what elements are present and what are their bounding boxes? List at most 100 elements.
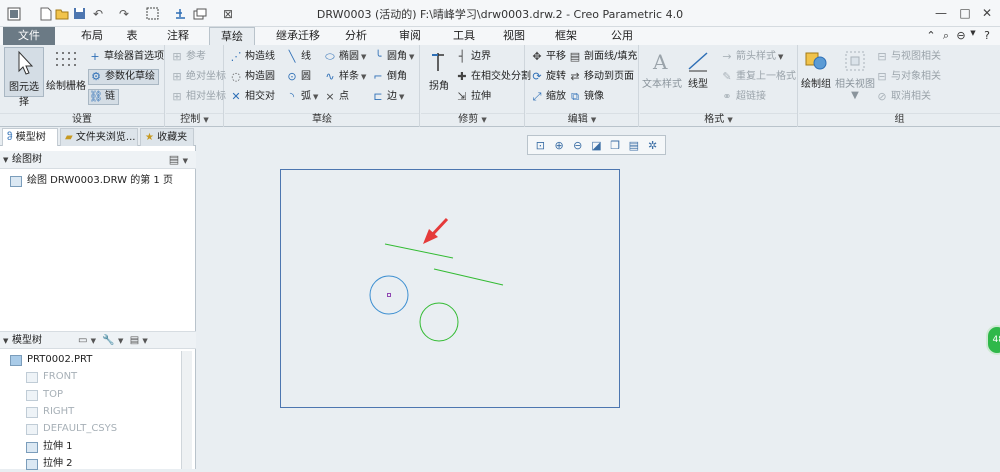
tab-review[interactable]: 审阅: [390, 27, 430, 45]
tree-item-extrude-1[interactable]: 拉伸 1: [26, 439, 73, 455]
tab-common[interactable]: 公用: [602, 27, 642, 45]
ellipse-button[interactable]: ⬭ 椭圆 ▼: [323, 49, 366, 65]
sketch-circle-green[interactable]: [419, 302, 459, 342]
intersect-button[interactable]: ✕ 相交对: [229, 89, 275, 105]
cancel-relate-button[interactable]: ⊘ 取消相关: [875, 89, 931, 105]
tree-item-top[interactable]: TOP: [26, 387, 63, 403]
rotate-button[interactable]: ⟳ 旋转: [530, 69, 566, 85]
graphics-area[interactable]: ⊡ ⊕ ⊖ ◪ ❒ ▤ ✲ 48: [197, 127, 1000, 469]
drawing-tree-header[interactable]: ▼ 绘图树 ▤ ▼: [0, 151, 196, 169]
tab-legacy-migration[interactable]: 继承迁移: [270, 27, 326, 45]
split-button[interactable]: ✚ 在相交处分割: [455, 69, 531, 85]
tree-item-part[interactable]: PRT0002.PRT: [10, 352, 92, 368]
draw-group-button[interactable]: 绘制组: [799, 49, 833, 97]
circle-button[interactable]: ⊙ 圆: [285, 69, 311, 85]
maximize-button[interactable]: □: [954, 4, 976, 22]
select-element-label: 图元选择: [9, 82, 39, 108]
navigator-tabs: ჵ 模型树 ▰ 文件夹浏览... ★ 收藏夹: [0, 127, 196, 146]
help-dropdown-icon[interactable]: ▼: [966, 29, 980, 43]
side-badge[interactable]: 48: [986, 325, 1000, 355]
repeat-format-button[interactable]: ✎ 重复上一格式: [720, 69, 796, 85]
translate-button[interactable]: ✥ 平移: [530, 49, 566, 65]
fillet-button[interactable]: ╰ 圆角 ▼: [371, 49, 415, 65]
arrow-style-button[interactable]: → 箭头样式 ▼: [720, 49, 783, 65]
relate-view-button[interactable]: 相关视图▼: [835, 49, 875, 101]
sketch-line-2[interactable]: [433, 268, 504, 286]
hyperlink-label: 超链接: [736, 91, 766, 102]
tab-file[interactable]: 文件: [3, 27, 55, 45]
corner-button[interactable]: 拐角: [423, 49, 455, 97]
drawing-tree-item[interactable]: 绘图 DRW0003.DRW 的第 1 页: [10, 173, 173, 189]
datum-plane-icon: [26, 389, 38, 401]
edge-icon: ⊏: [373, 90, 383, 103]
tree-item-extrude-2[interactable]: 拉伸 2: [26, 456, 73, 472]
select-element-button[interactable]: 图元选择: [4, 47, 44, 108]
sketch-line-1[interactable]: [384, 243, 454, 259]
line-button[interactable]: ╲ 线: [285, 49, 311, 65]
text-style-button[interactable]: A 文本样式: [642, 49, 682, 97]
close-button[interactable]: ✕: [976, 4, 998, 22]
tab-folder-browser[interactable]: ▰ 文件夹浏览...: [60, 128, 138, 146]
tab-view[interactable]: 视图: [494, 27, 534, 45]
split-icon: ✚: [457, 70, 467, 83]
group-control: ⊞ 参考 ⊞ 绝对坐标 ⊞ 相对坐标 控制 ▼: [166, 45, 226, 127]
tab-analysis[interactable]: 分析: [336, 27, 376, 45]
csys-icon: [26, 423, 38, 435]
hyperlink-button[interactable]: ⚭ 超链接: [720, 89, 766, 105]
collapse-ribbon-icon[interactable]: ⌃: [924, 29, 938, 43]
sketch-circle-blue[interactable]: [369, 275, 409, 315]
edge-button[interactable]: ⊏ 边 ▼: [371, 89, 404, 105]
section-fill-button[interactable]: ▤ 剖面线/填充: [568, 49, 638, 65]
corner-icon: [432, 53, 444, 71]
tab-model-tree[interactable]: ჵ 模型树: [2, 128, 58, 146]
group-edit: ✥ 平移 ⟳ 旋转 ⤢ 缩放 ▤ 剖面线/填充 ⇄ 移动到页面 ⧉ 镜像 编辑 ▼: [526, 45, 639, 127]
search-icon[interactable]: ⌕: [939, 29, 953, 43]
tab-framework[interactable]: 框架: [546, 27, 586, 45]
relate-to-view-button[interactable]: ⊟ 与视图相关: [875, 49, 941, 65]
mirror-button[interactable]: ⧉ 镜像: [568, 89, 604, 105]
move-to-page-button[interactable]: ⇄ 移动到页面: [568, 69, 634, 85]
tab-tools[interactable]: 工具: [444, 27, 484, 45]
tree-item-right[interactable]: RIGHT: [26, 404, 74, 420]
chamfer-button[interactable]: ⌐ 倒角: [371, 69, 407, 85]
point-button[interactable]: × 点: [323, 89, 349, 105]
line-style-icon: [688, 52, 708, 72]
drawing-tree-settings-icon[interactable]: ▤ ▼: [169, 151, 188, 170]
tab-table[interactable]: 表: [120, 27, 144, 45]
abs-coord-button[interactable]: ⊞ 绝对坐标: [170, 69, 226, 85]
tree-item-front[interactable]: FRONT: [26, 369, 77, 385]
construct-line-button[interactable]: ⋰ 构造线: [229, 49, 276, 65]
ribbon: 图元选择 绘制栅格 + 草绘器首选项 ⚙ 参数化草绘 ⛓ 链 设置 ⊞ 参考 ⊞ 绝对坐标…: [0, 45, 1000, 127]
arc-button[interactable]: ◝ 弧 ▼: [285, 89, 319, 105]
line-style-button[interactable]: 线型: [682, 49, 714, 97]
scale-button[interactable]: ⤢ 缩放: [530, 89, 566, 105]
rel-coord-button[interactable]: ⊞ 相对坐标: [170, 89, 226, 105]
rotate-label: 旋转: [546, 71, 566, 82]
chain-button[interactable]: ⛓ 链: [88, 89, 119, 105]
group-group-label: 组: [799, 113, 1000, 125]
model-tree-scrollbar[interactable]: [181, 351, 192, 469]
group-sketch-label: 草绘: [225, 113, 419, 125]
construct-circle-button[interactable]: ◌ 构造圆: [229, 69, 275, 85]
tab-favorites[interactable]: ★ 收藏夹: [140, 128, 194, 146]
tab-sketch[interactable]: 草绘: [209, 27, 255, 45]
model-tree-header[interactable]: ▼ 模型树 ▭ ▼ 🔧 ▼ ▤ ▼: [0, 331, 196, 349]
corner-label: 拐角: [429, 81, 449, 92]
chamfer-icon: ⌐: [373, 70, 383, 83]
spline-button[interactable]: ∿ 样条 ▼: [323, 69, 366, 85]
stretch-button[interactable]: ⇲ 拉伸: [455, 89, 491, 105]
reference-button[interactable]: ⊞ 参考: [170, 49, 206, 65]
tab-layout[interactable]: 布局: [72, 27, 112, 45]
param-sketch-button[interactable]: ⚙ 参数化草绘: [88, 69, 159, 85]
minimize-button[interactable]: —: [930, 4, 952, 22]
relate-to-object-button[interactable]: ⊟ 与对象相关: [875, 69, 941, 85]
rel-coord-label: 相对坐标: [186, 91, 226, 102]
tab-annotate[interactable]: 注释: [158, 27, 198, 45]
sketcher-prefs-button[interactable]: + 草绘器首选项: [88, 49, 164, 65]
datum-plane-icon: [26, 371, 38, 383]
model-tree-tools-icon[interactable]: ▭ ▼ 🔧 ▼ ▤ ▼: [78, 332, 148, 350]
tree-item-csys[interactable]: DEFAULT_CSYS: [26, 421, 117, 437]
help-icon[interactable]: ?: [980, 29, 994, 43]
draw-grid-button[interactable]: 绘制栅格: [46, 47, 86, 97]
boundary-button[interactable]: ┤ 边界: [455, 49, 491, 65]
